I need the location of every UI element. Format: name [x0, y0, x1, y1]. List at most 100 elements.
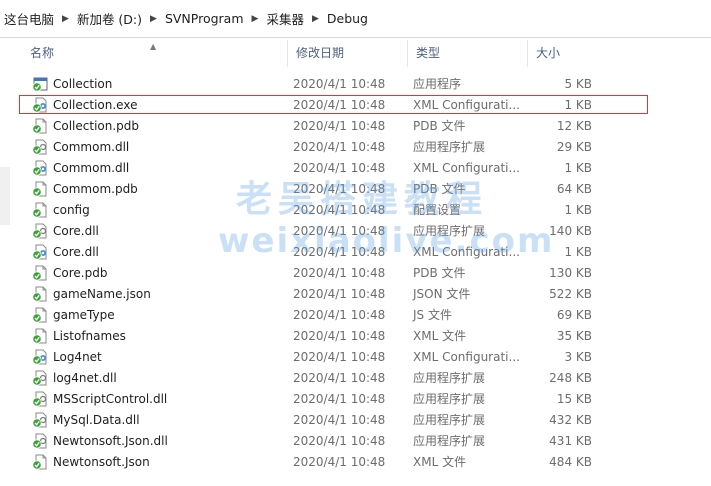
- file-row[interactable]: Core.pdb 2020/4/1 10:48 PDB 文件 130 KB: [22, 262, 608, 283]
- chevron-right-icon[interactable]: ▶: [312, 14, 319, 24]
- navigation-pane-highlight: [0, 167, 10, 225]
- file-name: Commom.pdb: [53, 181, 138, 196]
- file-icon: [32, 202, 48, 218]
- chevron-right-icon[interactable]: ▶: [252, 14, 259, 24]
- file-row[interactable]: config 2020/4/1 10:48 配置设置 1 KB: [22, 199, 608, 220]
- file-name-cell: Collection: [22, 76, 287, 92]
- file-name: Newtonsoft.Json.dll: [53, 433, 168, 448]
- file-date: 2020/4/1 10:48: [293, 181, 386, 196]
- file-size: 140 KB: [549, 223, 592, 238]
- file-type: XML Configurati...: [413, 160, 520, 175]
- dll-file-icon: [32, 139, 48, 155]
- file-row[interactable]: Core.dll 2020/4/1 10:48 应用程序扩展 140 KB: [22, 220, 608, 241]
- file-name-cell: MySql.Data.dll: [22, 412, 287, 428]
- file-row[interactable]: Log4net 2020/4/1 10:48 XML Configurati... 3…: [22, 346, 608, 367]
- file-size: 1 KB: [564, 160, 592, 175]
- file-type: XML 文件: [413, 455, 467, 469]
- column-header-date[interactable]: 修改日期: [287, 40, 407, 67]
- file-icon: [32, 181, 48, 197]
- file-type: 应用程序: [413, 77, 462, 91]
- file-date: 2020/4/1 10:48: [293, 265, 386, 280]
- file-icon: [32, 286, 48, 302]
- file-type: JSON 文件: [413, 287, 471, 301]
- file-size: 69 KB: [556, 307, 592, 322]
- file-name: Listofnames: [53, 328, 126, 343]
- file-row[interactable]: Core.dll 2020/4/1 10:48 XML Configurati...…: [22, 241, 608, 262]
- file-size: 1 KB: [564, 97, 592, 112]
- breadcrumb-item-collector[interactable]: 采集器: [266, 9, 304, 28]
- file-row[interactable]: Collection.exe 2020/4/1 10:48 XML Configur…: [19, 94, 648, 115]
- file-type: 应用程序扩展: [413, 413, 486, 427]
- file-name-cell: log4net.dll: [22, 370, 287, 386]
- breadcrumb-item-this-pc[interactable]: 这台电脑: [4, 9, 54, 28]
- dll-file-icon: [32, 391, 48, 407]
- file-name: MySql.Data.dll: [53, 412, 140, 427]
- file-name: Core.dll: [53, 223, 99, 238]
- breadcrumb-item-svnprogram[interactable]: SVNProgram: [165, 11, 244, 26]
- file-type: XML 文件: [413, 329, 467, 343]
- file-date: 2020/4/1 10:48: [293, 97, 386, 112]
- file-date: 2020/4/1 10:48: [293, 349, 386, 364]
- file-type: PDB 文件: [413, 119, 466, 133]
- file-date: 2020/4/1 10:48: [293, 454, 386, 469]
- config-file-icon: [32, 97, 48, 113]
- file-type: 应用程序扩展: [413, 224, 486, 238]
- file-type: XML Configurati...: [413, 97, 520, 112]
- navigation-pane-edge: [0, 38, 12, 486]
- file-date: 2020/4/1 10:48: [293, 202, 386, 217]
- file-row[interactable]: gameType 2020/4/1 10:48 JS 文件 69 KB: [22, 304, 608, 325]
- column-header-size[interactable]: 大小: [527, 40, 607, 67]
- chevron-right-icon[interactable]: ▶: [62, 14, 69, 24]
- file-size: 12 KB: [556, 118, 592, 133]
- file-size: 29 KB: [556, 139, 592, 154]
- file-date: 2020/4/1 10:48: [293, 286, 386, 301]
- file-row[interactable]: MySql.Data.dll 2020/4/1 10:48 应用程序扩展 432 KB: [22, 409, 608, 430]
- file-date: 2020/4/1 10:48: [293, 328, 386, 343]
- file-row[interactable]: Collection.pdb 2020/4/1 10:48 PDB 文件 12 KB: [22, 115, 608, 136]
- file-name: Collection.exe: [53, 97, 138, 112]
- file-date: 2020/4/1 10:48: [293, 412, 386, 427]
- breadcrumb-item-drive[interactable]: 新加卷 (D:): [77, 9, 142, 28]
- file-name-cell: Newtonsoft.Json.dll: [22, 433, 287, 449]
- file-name-cell: gameType: [22, 307, 287, 323]
- dll-file-icon: [32, 370, 48, 386]
- file-row[interactable]: log4net.dll 2020/4/1 10:48 应用程序扩展 248 KB: [22, 367, 608, 388]
- file-icon: [32, 307, 48, 323]
- column-header-name[interactable]: ▲ 名称: [22, 40, 287, 67]
- file-name: MSScriptControl.dll: [53, 391, 168, 406]
- file-row[interactable]: gameName.json 2020/4/1 10:48 JSON 文件 522 KB: [22, 283, 608, 304]
- file-date: 2020/4/1 10:48: [293, 370, 386, 385]
- file-type: PDB 文件: [413, 182, 466, 196]
- breadcrumb-item-debug[interactable]: Debug: [327, 11, 368, 26]
- sort-ascending-icon: ▲: [150, 42, 157, 51]
- file-size: 15 KB: [556, 391, 592, 406]
- file-row[interactable]: Newtonsoft.Json 2020/4/1 10:48 XML 文件 484 K…: [22, 451, 608, 472]
- file-row[interactable]: Listofnames 2020/4/1 10:48 XML 文件 35 KB: [22, 325, 608, 346]
- file-size: 248 KB: [549, 370, 592, 385]
- file-row[interactable]: Commom.dll 2020/4/1 10:48 XML Configurati.…: [22, 157, 608, 178]
- file-name-cell: Core.pdb: [22, 265, 287, 281]
- breadcrumb: 这台电脑 ▶ 新加卷 (D:) ▶ SVNProgram ▶ 采集器 ▶ Deb…: [0, 0, 711, 38]
- file-type: 配置设置: [413, 203, 462, 217]
- file-type: 应用程序扩展: [413, 371, 486, 385]
- file-size: 3 KB: [564, 349, 592, 364]
- file-size: 432 KB: [549, 412, 592, 427]
- file-row[interactable]: Commom.pdb 2020/4/1 10:48 PDB 文件 64 KB: [22, 178, 608, 199]
- file-size: 35 KB: [556, 328, 592, 343]
- file-row[interactable]: Collection 2020/4/1 10:48 应用程序 5 KB: [22, 73, 608, 94]
- file-size: 130 KB: [549, 265, 592, 280]
- file-name: Commom.dll: [53, 160, 130, 175]
- file-date: 2020/4/1 10:48: [293, 76, 386, 91]
- file-name-cell: Collection.pdb: [22, 118, 287, 134]
- file-row[interactable]: Newtonsoft.Json.dll 2020/4/1 10:48 应用程序扩展 4…: [22, 430, 608, 451]
- file-size: 1 KB: [564, 202, 592, 217]
- file-row[interactable]: MSScriptControl.dll 2020/4/1 10:48 应用程序扩展 1…: [22, 388, 608, 409]
- file-size: 64 KB: [556, 181, 592, 196]
- file-name-cell: Core.dll: [22, 244, 287, 260]
- file-row[interactable]: Commom.dll 2020/4/1 10:48 应用程序扩展 29 KB: [22, 136, 608, 157]
- file-name-cell: Newtonsoft.Json: [22, 454, 287, 470]
- column-header-type[interactable]: 类型: [407, 40, 527, 67]
- file-name: gameType: [53, 307, 115, 322]
- chevron-right-icon[interactable]: ▶: [150, 14, 157, 24]
- file-name-cell: gameName.json: [22, 286, 287, 302]
